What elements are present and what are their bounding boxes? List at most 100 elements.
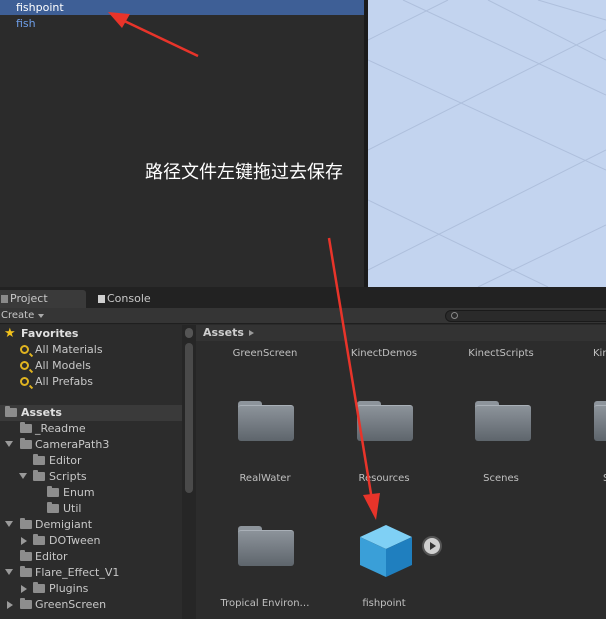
scrollbar-thumb[interactable] bbox=[185, 343, 193, 493]
tree-item-label: Enum bbox=[63, 486, 95, 499]
tree-item-label: All Models bbox=[35, 359, 91, 372]
folder-icon bbox=[20, 518, 32, 529]
tree-item-label: Demigiant bbox=[35, 518, 93, 531]
folder-icon bbox=[20, 438, 32, 449]
expand-arrow-icon[interactable] bbox=[5, 441, 13, 447]
asset-label-greenscreen[interactable]: GreenScreen bbox=[210, 348, 320, 359]
tree-item-scripts[interactable]: Scripts bbox=[0, 469, 182, 485]
asset-label-kin[interactable]: Kin bbox=[566, 348, 606, 359]
folder-icon bbox=[5, 406, 17, 417]
tree-item-label: Editor bbox=[35, 550, 68, 563]
breadcrumb-assets: Assets bbox=[203, 326, 244, 339]
folder-icon bbox=[20, 550, 32, 561]
collapse-arrow-icon[interactable] bbox=[21, 537, 27, 545]
tree-item-enum[interactable]: Enum bbox=[0, 485, 182, 501]
tree-item-all-materials[interactable]: All Materials bbox=[0, 342, 182, 358]
tree-item-label: Editor bbox=[49, 454, 82, 467]
folder-icon bbox=[47, 502, 59, 513]
tree-item-util[interactable]: Util bbox=[0, 501, 182, 517]
tree-item-demigiant[interactable]: Demigiant bbox=[0, 517, 182, 533]
scene-grid bbox=[368, 0, 606, 287]
chevron-down-icon bbox=[38, 314, 44, 318]
tree-item-label: Plugins bbox=[49, 582, 89, 595]
tree-item-all-models[interactable]: All Models bbox=[0, 358, 182, 374]
expand-arrow-icon[interactable] bbox=[19, 473, 27, 479]
scene-view[interactable] bbox=[368, 0, 606, 287]
expand-arrow-icon[interactable] bbox=[5, 569, 13, 575]
asset-label-scenes[interactable]: Scenes bbox=[446, 473, 556, 484]
search-filter-icon bbox=[20, 377, 29, 386]
tree-item-greenscreen[interactable]: GreenScreen bbox=[0, 597, 182, 613]
tree-item-label: CameraPath3 bbox=[35, 438, 110, 451]
folder-icon bbox=[33, 582, 45, 593]
asset-label-realwater[interactable]: RealWater bbox=[210, 473, 320, 484]
folder-icon[interactable] bbox=[594, 397, 606, 441]
tree-item-readme[interactable]: _Readme bbox=[0, 421, 182, 437]
tree-item-label: DOTween bbox=[49, 534, 101, 547]
project-icon bbox=[1, 295, 8, 303]
breadcrumb[interactable]: Assets bbox=[196, 325, 606, 341]
create-label: Create bbox=[1, 310, 35, 321]
tab-console-label: Console bbox=[107, 292, 151, 305]
folder-icon bbox=[33, 470, 45, 481]
folder-icon bbox=[33, 534, 45, 545]
tree-item-label: Util bbox=[63, 502, 82, 515]
folder-icon bbox=[20, 566, 32, 577]
folder-icon[interactable] bbox=[357, 397, 413, 441]
assets-grid: Assets GreenScreen KinectDemos KinectScr… bbox=[196, 325, 606, 619]
folder-icon bbox=[33, 454, 45, 465]
asset-label-kinectdemos[interactable]: KinectDemos bbox=[329, 348, 439, 359]
create-dropdown[interactable]: Create bbox=[0, 308, 46, 323]
tree-item-label: Flare_Effect_V1 bbox=[35, 566, 120, 579]
panel-tab-bar: Project Console bbox=[0, 287, 606, 308]
tab-project[interactable]: Project bbox=[0, 290, 86, 308]
tab-project-label: Project bbox=[10, 292, 48, 305]
collapse-arrow-icon[interactable] bbox=[7, 601, 13, 609]
folder-icon[interactable] bbox=[238, 522, 294, 566]
project-toolbar: Create bbox=[0, 308, 606, 324]
assets-root-label: Assets bbox=[21, 406, 62, 419]
favorites-label: Favorites bbox=[21, 327, 79, 340]
tree-item-dotween[interactable]: DOTween bbox=[0, 533, 182, 549]
tree-item-flare-effect[interactable]: Flare_Effect_V1 bbox=[0, 565, 182, 581]
search-filter-icon bbox=[20, 345, 29, 354]
tree-item-plugins[interactable]: Plugins bbox=[0, 581, 182, 597]
annotation-text: 路径文件左键拖过去保存 bbox=[145, 162, 343, 183]
assets-root[interactable]: Assets bbox=[0, 405, 182, 421]
tree-scrollbar[interactable] bbox=[182, 325, 196, 619]
chevron-right-icon bbox=[248, 330, 254, 336]
play-icon[interactable] bbox=[422, 536, 442, 556]
search-input[interactable] bbox=[445, 310, 606, 322]
collapse-arrow-icon[interactable] bbox=[21, 585, 27, 593]
tree-item-label: GreenScreen bbox=[35, 598, 107, 611]
asset-label-resources[interactable]: Resources bbox=[329, 473, 439, 484]
expand-arrow-icon[interactable] bbox=[5, 521, 13, 527]
folder-icon bbox=[20, 422, 32, 433]
prefab-cube-icon[interactable] bbox=[358, 523, 414, 579]
asset-label-tropical-environment[interactable]: Tropical Environ… bbox=[210, 598, 320, 609]
project-tree: ★ Favorites All Materials All Models All… bbox=[0, 325, 182, 619]
folder-icon[interactable] bbox=[475, 397, 531, 441]
hierarchy-item-fishpoint[interactable]: fishpoint bbox=[0, 0, 364, 15]
tree-item-editor-2[interactable]: Editor bbox=[0, 549, 182, 565]
tree-item-camerapath3[interactable]: CameraPath3 bbox=[0, 437, 182, 453]
tree-item-all-prefabs[interactable]: All Prefabs bbox=[0, 374, 182, 390]
asset-label-fishpoint[interactable]: fishpoint bbox=[329, 598, 439, 609]
tree-item-label: _Readme bbox=[35, 422, 86, 435]
console-icon bbox=[98, 295, 105, 303]
folder-icon bbox=[47, 486, 59, 497]
asset-label-s[interactable]: S bbox=[566, 473, 606, 484]
tree-item-label: Scripts bbox=[49, 470, 87, 483]
folder-icon[interactable] bbox=[238, 397, 294, 441]
star-icon: ★ bbox=[4, 326, 16, 341]
search-icon bbox=[451, 312, 458, 319]
hierarchy-item-fish[interactable]: fish bbox=[0, 16, 364, 31]
tree-item-label: All Prefabs bbox=[35, 375, 93, 388]
search-filter-icon bbox=[20, 361, 29, 370]
tree-item-editor[interactable]: Editor bbox=[0, 453, 182, 469]
hierarchy-panel: fishpoint fish bbox=[0, 0, 364, 287]
asset-label-kinectscripts[interactable]: KinectScripts bbox=[446, 348, 556, 359]
tab-console[interactable]: Console bbox=[97, 290, 187, 308]
favorites-header[interactable]: ★ Favorites bbox=[0, 326, 182, 342]
folder-icon bbox=[20, 598, 32, 609]
